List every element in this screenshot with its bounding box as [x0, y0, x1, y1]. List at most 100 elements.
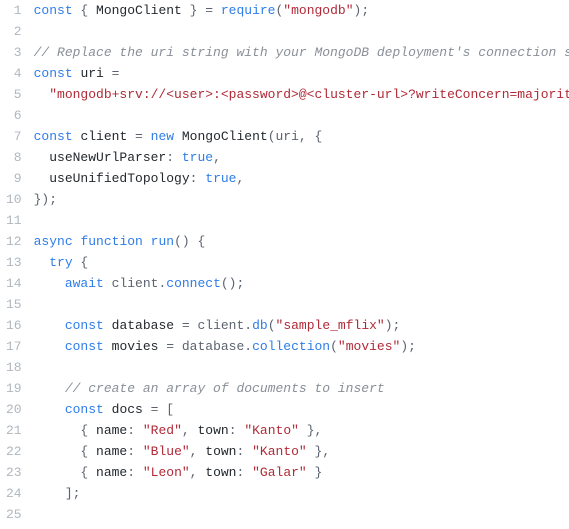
token-pun: (	[268, 318, 276, 333]
code-line: // create an array of documents to inser…	[34, 378, 569, 399]
token-pun: );	[400, 339, 416, 354]
token-pun	[34, 318, 65, 333]
line-number: 16	[6, 315, 22, 336]
code-line: const client = new MongoClient(uri, {	[34, 126, 569, 147]
token-kw: const	[65, 339, 104, 354]
code-line: try {	[34, 252, 569, 273]
token-pun: = [	[143, 402, 174, 417]
code-line: const movies = database.collection("movi…	[34, 336, 569, 357]
line-number-gutter: 1234567891011121314151617181920212223242…	[0, 0, 34, 525]
token-pun	[143, 234, 151, 249]
line-number: 22	[6, 441, 22, 462]
token-pun	[34, 339, 65, 354]
token-pun	[104, 318, 112, 333]
token-str: "sample_mflix"	[276, 318, 385, 333]
line-number: 2	[6, 21, 22, 42]
token-str: "mongodb+srv://<user>:<password>@<cluste…	[49, 87, 569, 102]
token-prop: useNewUrlParser	[49, 150, 166, 165]
line-number: 15	[6, 294, 22, 315]
token-pun	[104, 339, 112, 354]
token-pun: = client.	[174, 318, 252, 333]
token-pun: =	[127, 129, 150, 144]
token-fn: collection	[252, 339, 330, 354]
line-number: 18	[6, 357, 22, 378]
line-number: 12	[6, 231, 22, 252]
code-line: { name: "Blue", town: "Kanto" },	[34, 441, 569, 462]
line-number: 24	[6, 483, 22, 504]
token-pun: {	[73, 255, 89, 270]
token-str: "Red"	[143, 423, 182, 438]
token-id: docs	[112, 402, 143, 417]
token-pun: :	[237, 465, 253, 480]
token-str: "mongodb"	[283, 3, 353, 18]
token-id: client	[80, 129, 127, 144]
line-number: 9	[6, 168, 22, 189]
code-area: const { MongoClient } = require("mongodb…	[34, 0, 569, 525]
line-number: 23	[6, 462, 22, 483]
token-fn: db	[252, 318, 268, 333]
token-id: MongoClient	[96, 3, 182, 18]
token-pun: },	[299, 423, 322, 438]
token-cmt: // Replace the uri string with your Mong…	[34, 45, 569, 60]
code-line: ];	[34, 483, 569, 504]
code-line: const docs = [	[34, 399, 569, 420]
token-pun	[34, 402, 65, 417]
token-str: "Blue"	[143, 444, 190, 459]
token-pun	[34, 255, 50, 270]
token-pun	[34, 171, 50, 186]
code-line	[34, 294, 569, 315]
token-prop: town	[197, 423, 228, 438]
token-pun: :	[127, 465, 143, 480]
token-pun	[34, 87, 50, 102]
token-pun: );	[385, 318, 401, 333]
line-number: 4	[6, 63, 22, 84]
token-pun: :	[229, 423, 245, 438]
line-number: 8	[6, 147, 22, 168]
token-str: "Kanto"	[244, 423, 299, 438]
code-line: async function run() {	[34, 231, 569, 252]
token-fn: connect	[166, 276, 221, 291]
line-number: 21	[6, 420, 22, 441]
code-line	[34, 105, 569, 126]
line-number: 13	[6, 252, 22, 273]
token-pun: ();	[221, 276, 244, 291]
token-str: "movies"	[338, 339, 400, 354]
token-pun: });	[34, 192, 57, 207]
token-bool: true	[182, 150, 213, 165]
token-pun: :	[237, 444, 253, 459]
token-kw: const	[65, 402, 104, 417]
code-line: { name: "Red", town: "Kanto" },	[34, 420, 569, 441]
token-pun: (uri, {	[268, 129, 323, 144]
line-number: 7	[6, 126, 22, 147]
token-pun: ,	[190, 444, 206, 459]
token-prop: town	[205, 465, 236, 480]
token-bool: true	[205, 171, 236, 186]
code-editor: 1234567891011121314151617181920212223242…	[0, 0, 569, 525]
token-pun: ,	[190, 465, 206, 480]
code-line: await client.connect();	[34, 273, 569, 294]
token-pun: :	[127, 444, 143, 459]
token-prop: name	[96, 423, 127, 438]
code-line: "mongodb+srv://<user>:<password>@<cluste…	[34, 84, 569, 105]
token-fn: run	[151, 234, 174, 249]
code-line: const database = client.db("sample_mflix…	[34, 315, 569, 336]
line-number: 10	[6, 189, 22, 210]
code-line	[34, 21, 569, 42]
token-pun: {	[34, 465, 96, 480]
line-number: 11	[6, 210, 22, 231]
code-line	[34, 504, 569, 525]
token-kw: function	[80, 234, 142, 249]
line-number: 20	[6, 399, 22, 420]
line-number: 6	[6, 105, 22, 126]
code-line: const { MongoClient } = require("mongodb…	[34, 0, 569, 21]
token-id: uri	[80, 66, 103, 81]
token-pun: }	[307, 465, 323, 480]
token-pun	[174, 129, 182, 144]
token-pun	[34, 150, 50, 165]
code-line: useUnifiedTopology: true,	[34, 168, 569, 189]
line-number: 14	[6, 273, 22, 294]
code-line: useNewUrlParser: true,	[34, 147, 569, 168]
code-line: // Replace the uri string with your Mong…	[34, 42, 569, 63]
token-kw: const	[34, 3, 73, 18]
token-pun: =	[104, 66, 120, 81]
